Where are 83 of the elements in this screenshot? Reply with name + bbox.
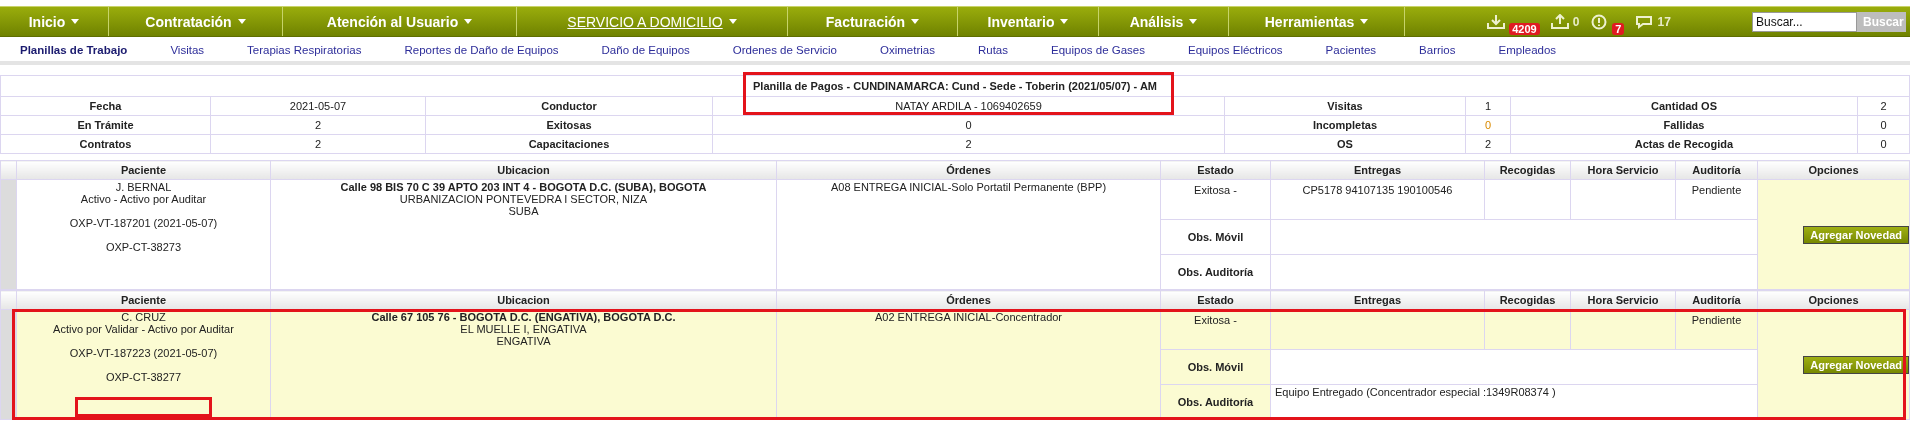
patient-name: J. BERNAL [114,181,173,193]
subnav-link[interactable]: Equipos de Gases [1051,44,1145,59]
summary-label: Fallidas [1510,115,1858,135]
subnav-link[interactable]: Terapias Respiratorias [247,44,362,59]
order-cell: A02 ENTREGA INICIAL-Concentrador [776,309,1161,420]
column-header: Hora Servicio [1570,160,1676,180]
subnav-link[interactable]: Ordenes de Servicio [732,44,837,59]
summary-value: 0 [1857,134,1910,154]
location-line: SUBA [507,205,540,217]
summary-value: NATAY ARDILA - 1069402659 [712,96,1225,116]
column-header: Opciones [1757,290,1910,310]
obs-label: Obs. Auditoría [1160,254,1271,290]
column-header: Recogidas [1484,290,1571,310]
summary-value: 2 [1857,96,1910,116]
count-badge: 7 [1612,22,1625,35]
summary-label: Cantidad OS [1510,96,1858,116]
location-street: Calle 67 105 76 - BOGOTA D.C. (ENGATIVA), BOGOTA D.C. [370,311,677,323]
order-cell: A08 ENTREGA INICIAL-Solo Portatil Permanente (BPP) [776,179,1161,290]
summary-label: Conductor [425,96,713,116]
summary-value: 2 [210,134,426,154]
deliveries-cell: CP5178 94107135 190100546 [1270,179,1485,220]
summary-label: Fecha [0,96,211,116]
location-line: URBANIZACION PONTEVEDRA I SECTOR, NIZA [398,193,649,205]
audit-cell: Pendiente [1675,179,1758,220]
summary-label: Actas de Recogida [1510,134,1858,154]
column-header: Ubicacion [270,160,777,180]
count-label: 0 [1572,14,1580,29]
patient-code: OXP-CT-38273 [104,241,183,253]
column-header: Auditoría [1675,160,1758,180]
location-line: ENGATIVA [495,335,552,347]
summary-label: Contratos [0,134,211,154]
subnav-link[interactable]: Barrios [1419,44,1456,59]
summary-value: 2 [712,134,1225,154]
subnav-link[interactable]: Planillas de Trabajo [20,44,128,59]
summary-label: En Trámite [0,115,211,135]
summary-value: 0 [1465,115,1511,135]
subnav-link[interactable]: Daño de Equipos [601,44,690,59]
column-header: Ubicacion [270,290,777,310]
column-header: Órdenes [776,160,1161,180]
column-header: Entregas [1270,290,1485,310]
subnav-link[interactable]: Visitas [170,44,205,59]
summary-label: Capacitaciones [425,134,713,154]
summary-label: OS [1224,134,1466,154]
patient-status: Activo por Validar - Activo por Auditar [52,323,235,335]
search-field[interactable]: Buscar... [1752,11,1857,32]
subnav-link[interactable]: Equipos Eléctricos [1187,44,1283,59]
subnav-link[interactable]: Oximetrias [880,44,935,59]
column-header: Auditoría [1675,290,1758,310]
subnav-link[interactable]: Rutas [977,44,1008,59]
patient-status: Activo - Activo por Auditar [79,193,208,205]
subnav-link[interactable]: Empleados [1498,44,1557,59]
patient-code: OXP-CT-38277 [104,371,183,383]
subnav-link[interactable]: Reportes de Daño de Equipos [404,44,559,59]
column-header: Hora Servicio [1570,290,1676,310]
summary-label: Exitosas [425,115,713,135]
state-cell: Exitosa - [1160,179,1271,220]
column-header: Entregas [1270,160,1485,180]
summary-value: 2 [210,115,426,135]
column-header: Estado [1160,160,1271,180]
column-header: Recogidas [1484,160,1571,180]
count-badge: 4209 [1509,22,1540,35]
patient-name: C. CRUZ [120,311,167,323]
summary-label: Incompletas [1224,115,1466,135]
summary-value: 2 [1465,134,1511,154]
summary-value: 1 [1465,96,1511,116]
column-header: Paciente [16,290,271,310]
summary-value: 2021-05-07 [210,96,426,116]
location-line: EL MUELLE I, ENGATIVA [459,323,588,335]
patient-code: OXP-VT-187201 (2021-05-07) [68,217,219,229]
obs-label: Obs. Móvil [1160,349,1271,385]
obs-label: Obs. Móvil [1160,219,1271,255]
summary-label: Visitas [1224,96,1466,116]
patient-code: OXP-VT-187223 (2021-05-07) [68,347,219,359]
column-header: Órdenes [776,290,1161,310]
sheet-title: Planilla de Pagos - CUNDINAMARCA: Cund - Sede - Toberin (2021/05/07) - AM [0,75,1910,97]
location-street: Calle 98 BIS 70 C 39 APTO 203 INT 4 - BOGOTA D.C. (SUBA), BOGOTA [339,181,708,193]
column-header: Estado [1160,290,1271,310]
subnav-link[interactable]: Pacientes [1325,44,1377,59]
column-header: Opciones [1757,160,1910,180]
summary-value: 0 [712,115,1225,135]
column-header: Paciente [16,160,271,180]
count-label: 17 [1657,14,1671,29]
summary-value: 0 [1857,115,1910,135]
